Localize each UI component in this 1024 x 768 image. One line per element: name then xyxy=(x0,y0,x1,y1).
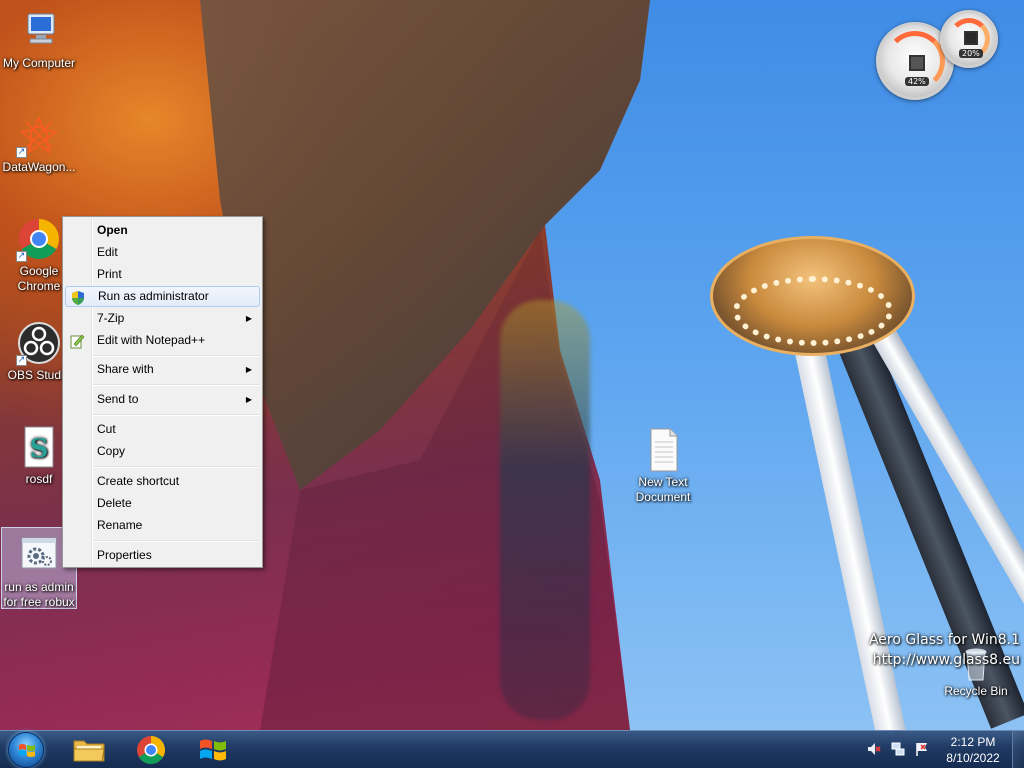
menu-item-label: Open xyxy=(97,223,128,237)
taskbar-file-explorer-button[interactable] xyxy=(64,733,114,767)
menu-item-edit[interactable]: Edit xyxy=(65,242,260,263)
clock-date: 8/10/2022 xyxy=(946,751,1000,765)
desktop-icon-label: New Text Document xyxy=(635,475,691,504)
desktop-icon-label: My Computer xyxy=(2,56,76,70)
menu-item-label: Cut xyxy=(97,422,116,436)
memory-value: 20% xyxy=(959,49,983,58)
menu-item-create-shortcut[interactable]: Create shortcut xyxy=(65,471,260,492)
datawagon-icon: ↗ xyxy=(16,112,62,158)
desktop-icon-datawagon[interactable]: ↗ DataWagon... xyxy=(1,112,77,175)
cpu-chip-icon xyxy=(909,55,925,71)
shortcut-arrow-icon: ↗ xyxy=(16,355,27,366)
chrome-icon xyxy=(137,736,165,764)
batch-file-gear-icon xyxy=(16,532,62,578)
computer-icon xyxy=(16,8,62,54)
watermark-line-2: http://www.glass8.eu xyxy=(872,652,1020,668)
desktop-icon-new-text-document[interactable]: New Text Document xyxy=(625,427,701,505)
menu-item-send-to[interactable]: Send to ▶ xyxy=(65,389,260,410)
submenu-arrow-icon: ▶ xyxy=(245,365,252,374)
menu-item-label: Share with xyxy=(97,362,154,376)
chrome-icon: ↗ xyxy=(16,216,62,262)
show-desktop-button[interactable] xyxy=(1012,731,1024,768)
clock-time: 2:12 PM xyxy=(950,735,996,749)
menu-item-label: Delete xyxy=(97,496,132,510)
watermark-line-1: Aero Glass for Win8.1 xyxy=(868,632,1020,648)
menu-item-label: Send to xyxy=(97,392,139,406)
taskbar-windows-update-button[interactable] xyxy=(188,733,238,767)
uac-shield-icon xyxy=(70,290,86,306)
taskbar-clock[interactable]: 2:12 PM 8/10/2022 xyxy=(938,734,1008,766)
menu-separator xyxy=(93,540,259,542)
menu-item-label: Edit xyxy=(97,245,118,259)
wallpaper-reflection xyxy=(500,300,590,720)
cpu-meter-gadget[interactable]: 42% 20% xyxy=(872,8,1002,108)
menu-item-open[interactable]: Open xyxy=(65,220,260,241)
menu-item-label: 7-Zip xyxy=(97,311,125,325)
menu-item-properties[interactable]: Properties xyxy=(65,545,260,566)
space-needle-ring xyxy=(733,276,893,346)
cpu-value: 42% xyxy=(905,77,929,86)
start-button[interactable] xyxy=(8,732,44,768)
desktop-icon-label: run as admin for free robux xyxy=(3,580,75,609)
context-menu: Open Edit Print Run as administrator 7-Z… xyxy=(62,216,263,568)
taskbar: 2:12 PM 8/10/2022 xyxy=(0,730,1024,768)
shortcut-arrow-icon: ↗ xyxy=(16,251,27,262)
shortcut-arrow-icon: ↗ xyxy=(16,147,27,158)
menu-item-cut[interactable]: Cut xyxy=(65,419,260,440)
menu-item-label: Print xyxy=(97,267,122,281)
menu-item-label: Create shortcut xyxy=(97,474,180,488)
submenu-arrow-icon: ▶ xyxy=(245,395,252,404)
menu-item-run-as-administrator[interactable]: Run as administrator xyxy=(65,286,260,307)
aero-glass-watermark: Aero Glass for Win8.1 http://www.glass8.… xyxy=(869,630,1020,670)
desktop-icon-my-computer[interactable]: My Computer xyxy=(1,8,77,71)
notepad-plus-plus-icon xyxy=(69,333,85,349)
menu-item-copy[interactable]: Copy xyxy=(65,441,260,462)
menu-item-delete[interactable]: Delete xyxy=(65,493,260,514)
menu-item-rename[interactable]: Rename xyxy=(65,515,260,536)
desktop-icon-label: Recycle Bin xyxy=(944,684,1008,698)
windows-logo-icon xyxy=(19,744,35,757)
memory-dial: 20% xyxy=(940,10,998,68)
menu-separator xyxy=(93,414,259,416)
folder-icon xyxy=(73,740,105,762)
svg-text:S: S xyxy=(30,434,49,464)
network-icon[interactable] xyxy=(890,741,906,757)
menu-item-label: Rename xyxy=(97,518,143,532)
menu-item-7zip[interactable]: 7-Zip ▶ xyxy=(65,308,260,329)
menu-item-print[interactable]: Print xyxy=(65,264,260,285)
menu-item-label: Edit with Notepad++ xyxy=(97,333,206,347)
obs-icon: ↗ xyxy=(16,320,62,366)
menu-item-label: Properties xyxy=(97,548,152,562)
menu-item-edit-with-notepad-plus-plus[interactable]: Edit with Notepad++ xyxy=(65,330,260,351)
windows-flag-icon xyxy=(200,739,226,761)
script-file-icon: S xyxy=(16,424,62,470)
text-file-icon xyxy=(640,427,686,473)
menu-separator xyxy=(93,384,259,386)
memory-chip-icon xyxy=(964,31,978,45)
system-tray xyxy=(866,741,930,759)
menu-item-label: Copy xyxy=(97,444,126,458)
taskbar-chrome-button[interactable] xyxy=(126,733,176,767)
menu-item-label: Run as administrator xyxy=(98,289,209,303)
action-center-flag-icon[interactable] xyxy=(914,741,930,757)
menu-separator xyxy=(93,466,259,468)
menu-item-share-with[interactable]: Share with ▶ xyxy=(65,359,260,380)
submenu-arrow-icon: ▶ xyxy=(245,314,252,323)
menu-separator xyxy=(93,355,259,357)
desktop-icon-label: DataWagon... xyxy=(2,160,76,174)
volume-muted-icon[interactable] xyxy=(866,741,882,757)
